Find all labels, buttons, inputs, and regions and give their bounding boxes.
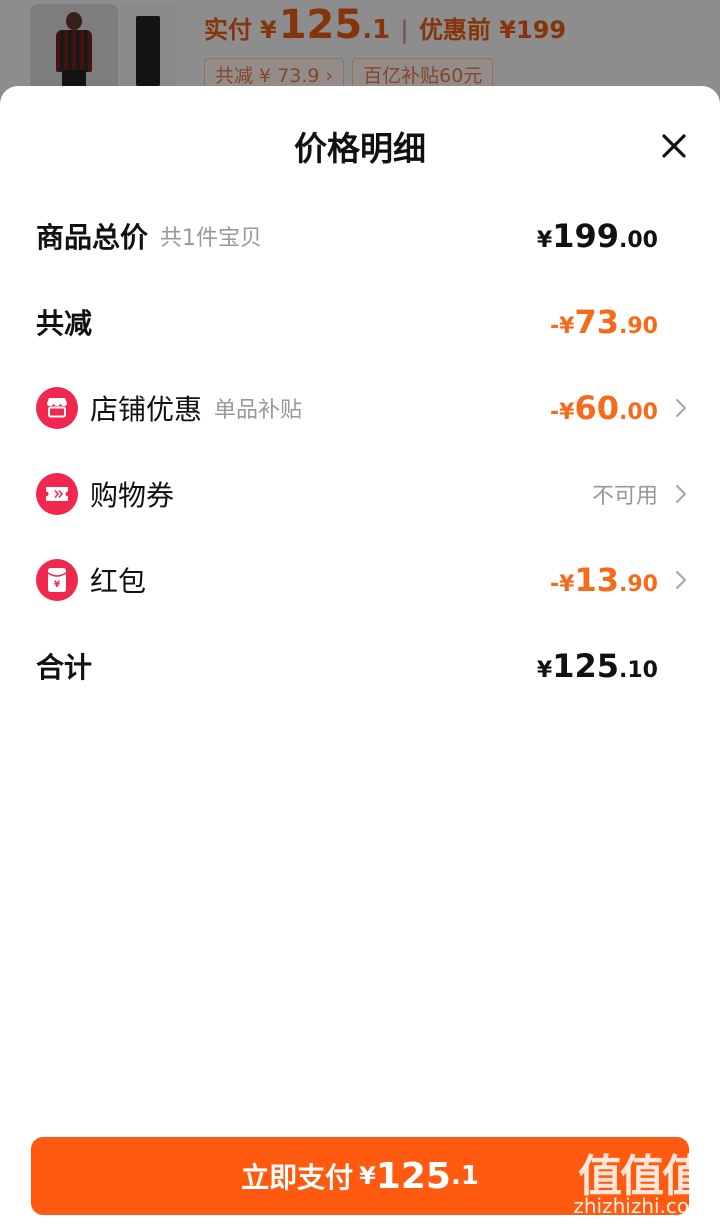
red-packet-value: -¥ 13 .90 bbox=[550, 561, 658, 599]
total-price-value: ¥ 199 .00 bbox=[537, 217, 658, 255]
price-int: 199 bbox=[552, 217, 620, 255]
dim-overlay[interactable] bbox=[0, 0, 720, 100]
close-button[interactable] bbox=[652, 124, 696, 168]
price-detail-sheet: 价格明细 商品总价 共1件宝贝 ¥ 199 .00 共减 -¥ 73 .90 店… bbox=[0, 86, 720, 1226]
shop-discount-value: -¥ 60 .00 bbox=[550, 389, 658, 427]
sum-label: 合计 bbox=[36, 651, 93, 684]
row-total-price: 商品总价 共1件宝贝 ¥ 199 .00 bbox=[0, 206, 720, 266]
price-dec: .90 bbox=[619, 314, 658, 339]
close-icon bbox=[662, 134, 686, 158]
total-price-label: 商品总价 bbox=[36, 221, 149, 254]
chevron-right-icon bbox=[675, 484, 687, 504]
currency: -¥ bbox=[550, 572, 575, 597]
price-dec: .00 bbox=[619, 400, 658, 425]
watermark-url: zhizhizhi.com bbox=[573, 1194, 709, 1218]
ticket-icon bbox=[36, 473, 78, 515]
svg-text:¥: ¥ bbox=[54, 580, 61, 590]
chevron-right-icon bbox=[675, 398, 687, 418]
sheet-title: 价格明细 bbox=[294, 129, 426, 168]
price-int: 13 bbox=[574, 561, 620, 599]
price-dec: .10 bbox=[619, 658, 658, 683]
chevron-right-icon bbox=[675, 570, 687, 590]
coupon-label: 购物券 bbox=[90, 479, 175, 512]
row-total-reduce: 共减 -¥ 73 .90 bbox=[0, 292, 720, 352]
watermark: 值值值 zhizhizhi.com bbox=[568, 1140, 714, 1220]
store-icon bbox=[36, 387, 78, 429]
pay-int: 125 bbox=[375, 1155, 451, 1197]
price-int: 125 bbox=[552, 647, 620, 685]
price-int: 73 bbox=[574, 303, 620, 341]
currency: -¥ bbox=[550, 314, 575, 339]
coupon-status: 不可用 bbox=[591, 484, 658, 509]
reduce-label: 共减 bbox=[36, 307, 93, 340]
item-count: 共1件宝贝 bbox=[160, 226, 263, 251]
shop-discount-label: 店铺优惠 bbox=[90, 393, 203, 426]
red-packet-icon: ¥ bbox=[36, 559, 78, 601]
row-coupon[interactable]: 购物券 不可用 bbox=[0, 464, 720, 524]
pay-currency: ¥ bbox=[359, 1162, 376, 1190]
reduce-value: -¥ 73 .90 bbox=[550, 303, 658, 341]
row-shop-discount[interactable]: 店铺优惠 单品补贴 -¥ 60 .00 bbox=[0, 378, 720, 438]
red-packet-label: 红包 bbox=[90, 565, 147, 598]
pay-dec: .1 bbox=[450, 1161, 479, 1191]
price-int: 60 bbox=[574, 389, 620, 427]
price-dec: .90 bbox=[619, 572, 658, 597]
price-dec: .00 bbox=[619, 228, 658, 253]
currency: ¥ bbox=[536, 658, 553, 683]
sum-value: ¥ 125 .10 bbox=[537, 647, 658, 685]
row-red-packet[interactable]: ¥ 红包 -¥ 13 .90 bbox=[0, 550, 720, 610]
currency: ¥ bbox=[536, 228, 553, 253]
shop-discount-sub: 单品补贴 bbox=[214, 398, 303, 423]
pay-label: 立即支付 bbox=[241, 1161, 354, 1194]
row-sum: 合计 ¥ 125 .10 bbox=[0, 636, 720, 696]
currency: -¥ bbox=[550, 400, 575, 425]
